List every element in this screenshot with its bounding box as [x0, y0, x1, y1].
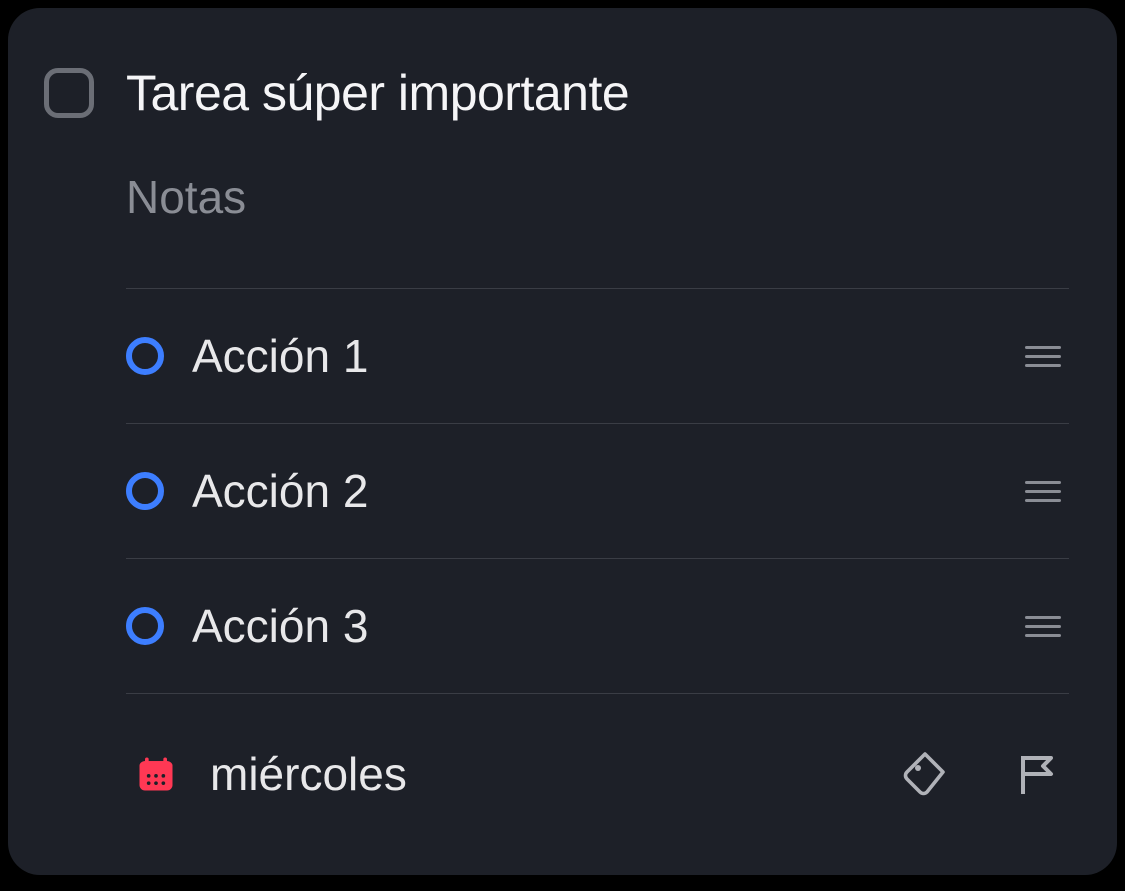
subtask-label[interactable]: Acción 3	[192, 599, 989, 653]
task-detail-card: Tarea súper importante Notas Acción 1 Ac…	[8, 8, 1117, 875]
flag-icon[interactable]	[1005, 742, 1069, 806]
task-footer: miércoles	[126, 694, 1069, 806]
task-complete-checkbox[interactable]	[44, 68, 94, 118]
footer-actions	[893, 742, 1069, 806]
subtask-checkbox[interactable]	[126, 472, 164, 510]
subtask-row[interactable]: Acción 2	[126, 424, 1069, 558]
subtask-label[interactable]: Acción 1	[192, 329, 989, 383]
task-content: Notas Acción 1 Acción 2 Acción 3	[126, 170, 1069, 806]
due-date-label[interactable]: miércoles	[210, 747, 869, 801]
subtask-checkbox[interactable]	[126, 607, 164, 645]
task-header: Tarea súper importante	[44, 64, 1069, 122]
subtask-row[interactable]: Acción 1	[126, 289, 1069, 423]
subtask-checkbox[interactable]	[126, 337, 164, 375]
tag-icon[interactable]	[893, 742, 957, 806]
task-title[interactable]: Tarea súper importante	[126, 64, 629, 122]
drag-handle-icon[interactable]	[1017, 608, 1069, 645]
notes-field[interactable]: Notas	[126, 170, 1069, 224]
drag-handle-icon[interactable]	[1017, 338, 1069, 375]
drag-handle-icon[interactable]	[1017, 473, 1069, 510]
calendar-icon[interactable]	[126, 744, 186, 804]
subtask-label[interactable]: Acción 2	[192, 464, 989, 518]
subtask-row[interactable]: Acción 3	[126, 559, 1069, 693]
